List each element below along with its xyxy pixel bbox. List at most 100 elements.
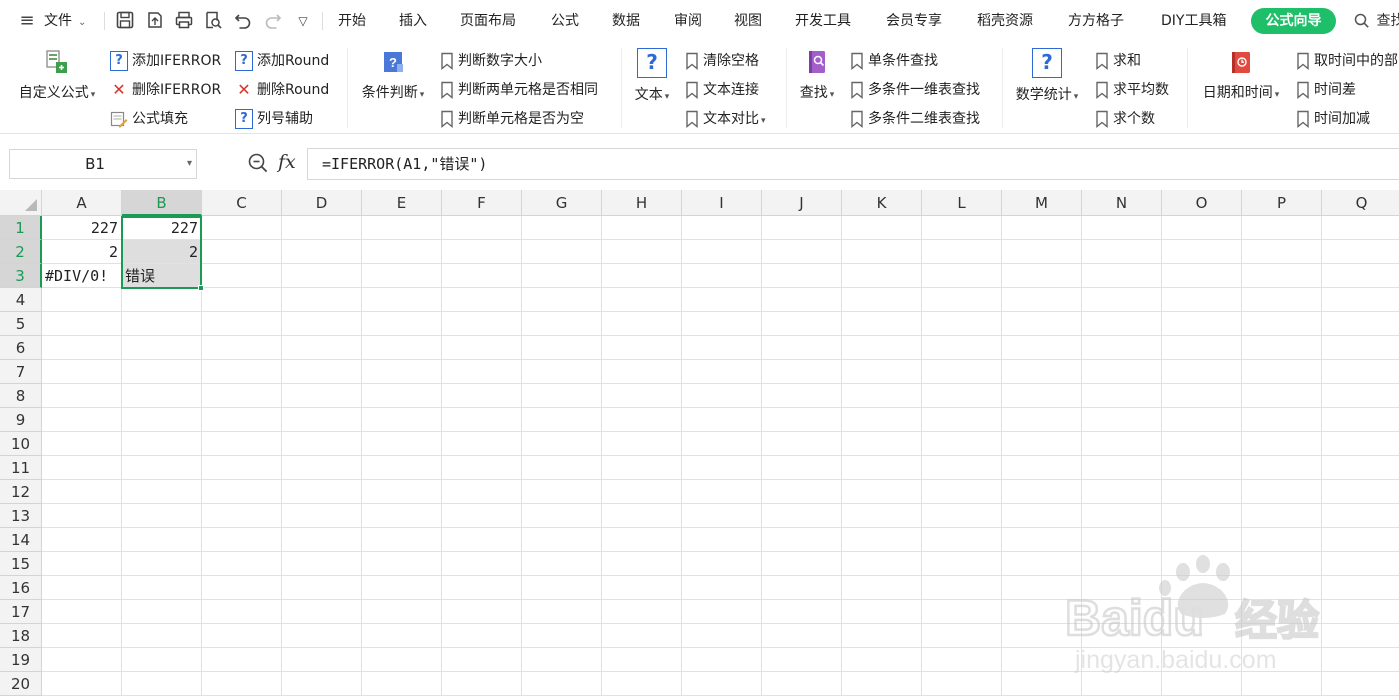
cell-b10[interactable] (122, 432, 202, 456)
cell-n6[interactable] (1082, 336, 1162, 360)
cell-n1[interactable] (1082, 216, 1162, 240)
cell-f14[interactable] (442, 528, 522, 552)
sum-button[interactable]: 求和 (1095, 49, 1141, 73)
cell-q2[interactable] (1322, 240, 1399, 264)
cell-l2[interactable] (922, 240, 1002, 264)
cell-l13[interactable] (922, 504, 1002, 528)
cell-q4[interactable] (1322, 288, 1399, 312)
row-header-17[interactable]: 17 (0, 600, 42, 624)
cell-k20[interactable] (842, 672, 922, 696)
cell-h5[interactable] (602, 312, 682, 336)
cell-e7[interactable] (362, 360, 442, 384)
tab-docer[interactable]: 稻壳资源 (977, 0, 1033, 42)
cell-b4[interactable] (122, 288, 202, 312)
row-header-12[interactable]: 12 (0, 480, 42, 504)
row-header-19[interactable]: 19 (0, 648, 42, 672)
cell-g12[interactable] (522, 480, 602, 504)
cell-d6[interactable] (282, 336, 362, 360)
cell-b5[interactable] (122, 312, 202, 336)
cell-h13[interactable] (602, 504, 682, 528)
cell-c14[interactable] (202, 528, 282, 552)
cell-j9[interactable] (762, 408, 842, 432)
export-pdf-icon[interactable] (144, 10, 166, 32)
cell-a13[interactable] (42, 504, 122, 528)
formula-fill-button[interactable]: 公式填充 (110, 107, 188, 131)
column-header-i[interactable]: I (682, 190, 762, 216)
cell-e2[interactable] (362, 240, 442, 264)
cell-e15[interactable] (362, 552, 442, 576)
cell-e20[interactable] (362, 672, 442, 696)
row-header-7[interactable]: 7 (0, 360, 42, 384)
cell-b14[interactable] (122, 528, 202, 552)
cell-a16[interactable] (42, 576, 122, 600)
cell-q13[interactable] (1322, 504, 1399, 528)
cell-c18[interactable] (202, 624, 282, 648)
cell-i18[interactable] (682, 624, 762, 648)
cell-p9[interactable] (1242, 408, 1322, 432)
cell-k7[interactable] (842, 360, 922, 384)
cell-j19[interactable] (762, 648, 842, 672)
cell-i4[interactable] (682, 288, 762, 312)
cell-l7[interactable] (922, 360, 1002, 384)
tab-home[interactable]: 开始 (338, 0, 366, 42)
cell-h17[interactable] (602, 600, 682, 624)
del-round-button[interactable]: ✕ 删除Round (235, 78, 329, 102)
row-header-11[interactable]: 11 (0, 456, 42, 480)
cell-e18[interactable] (362, 624, 442, 648)
cell-g15[interactable] (522, 552, 602, 576)
cell-h16[interactable] (602, 576, 682, 600)
cell-a1[interactable]: 227 (42, 216, 122, 240)
cell-a14[interactable] (42, 528, 122, 552)
cell-g2[interactable] (522, 240, 602, 264)
cell-h7[interactable] (602, 360, 682, 384)
cell-f15[interactable] (442, 552, 522, 576)
cell-n11[interactable] (1082, 456, 1162, 480)
cell-c5[interactable] (202, 312, 282, 336)
cell-l8[interactable] (922, 384, 1002, 408)
cell-g13[interactable] (522, 504, 602, 528)
cell-d3[interactable] (282, 264, 362, 288)
cell-j20[interactable] (762, 672, 842, 696)
cell-a7[interactable] (42, 360, 122, 384)
cell-p1[interactable] (1242, 216, 1322, 240)
cell-i17[interactable] (682, 600, 762, 624)
cell-g18[interactable] (522, 624, 602, 648)
cell-m12[interactable] (1002, 480, 1082, 504)
cell-i7[interactable] (682, 360, 762, 384)
fill-handle[interactable] (198, 285, 204, 291)
cell-b20[interactable] (122, 672, 202, 696)
row-header-10[interactable]: 10 (0, 432, 42, 456)
cell-b12[interactable] (122, 480, 202, 504)
cell-i5[interactable] (682, 312, 762, 336)
cell-c15[interactable] (202, 552, 282, 576)
cell-l9[interactable] (922, 408, 1002, 432)
cell-l15[interactable] (922, 552, 1002, 576)
cell-i8[interactable] (682, 384, 762, 408)
cell-d11[interactable] (282, 456, 362, 480)
cell-e3[interactable] (362, 264, 442, 288)
zoom-icon[interactable] (247, 152, 269, 174)
cell-j6[interactable] (762, 336, 842, 360)
cell-f3[interactable] (442, 264, 522, 288)
redo-icon[interactable] (262, 10, 284, 32)
column-header-g[interactable]: G (522, 190, 602, 216)
cell-c4[interactable] (202, 288, 282, 312)
cell-k13[interactable] (842, 504, 922, 528)
cell-q8[interactable] (1322, 384, 1399, 408)
cell-n14[interactable] (1082, 528, 1162, 552)
column-header-o[interactable]: O (1162, 190, 1242, 216)
column-header-f[interactable]: F (442, 190, 522, 216)
cell-b17[interactable] (122, 600, 202, 624)
cell-a15[interactable] (42, 552, 122, 576)
tab-fangfang[interactable]: 方方格子 (1068, 0, 1124, 42)
row-header-15[interactable]: 15 (0, 552, 42, 576)
cell-d14[interactable] (282, 528, 362, 552)
cell-q7[interactable] (1322, 360, 1399, 384)
column-header-q[interactable]: Q (1322, 190, 1399, 216)
cell-g4[interactable] (522, 288, 602, 312)
cell-d19[interactable] (282, 648, 362, 672)
cell-o13[interactable] (1162, 504, 1242, 528)
cell-p10[interactable] (1242, 432, 1322, 456)
math-stats-button[interactable]: ? 数学统计 ▾ (1010, 48, 1084, 104)
cell-d8[interactable] (282, 384, 362, 408)
